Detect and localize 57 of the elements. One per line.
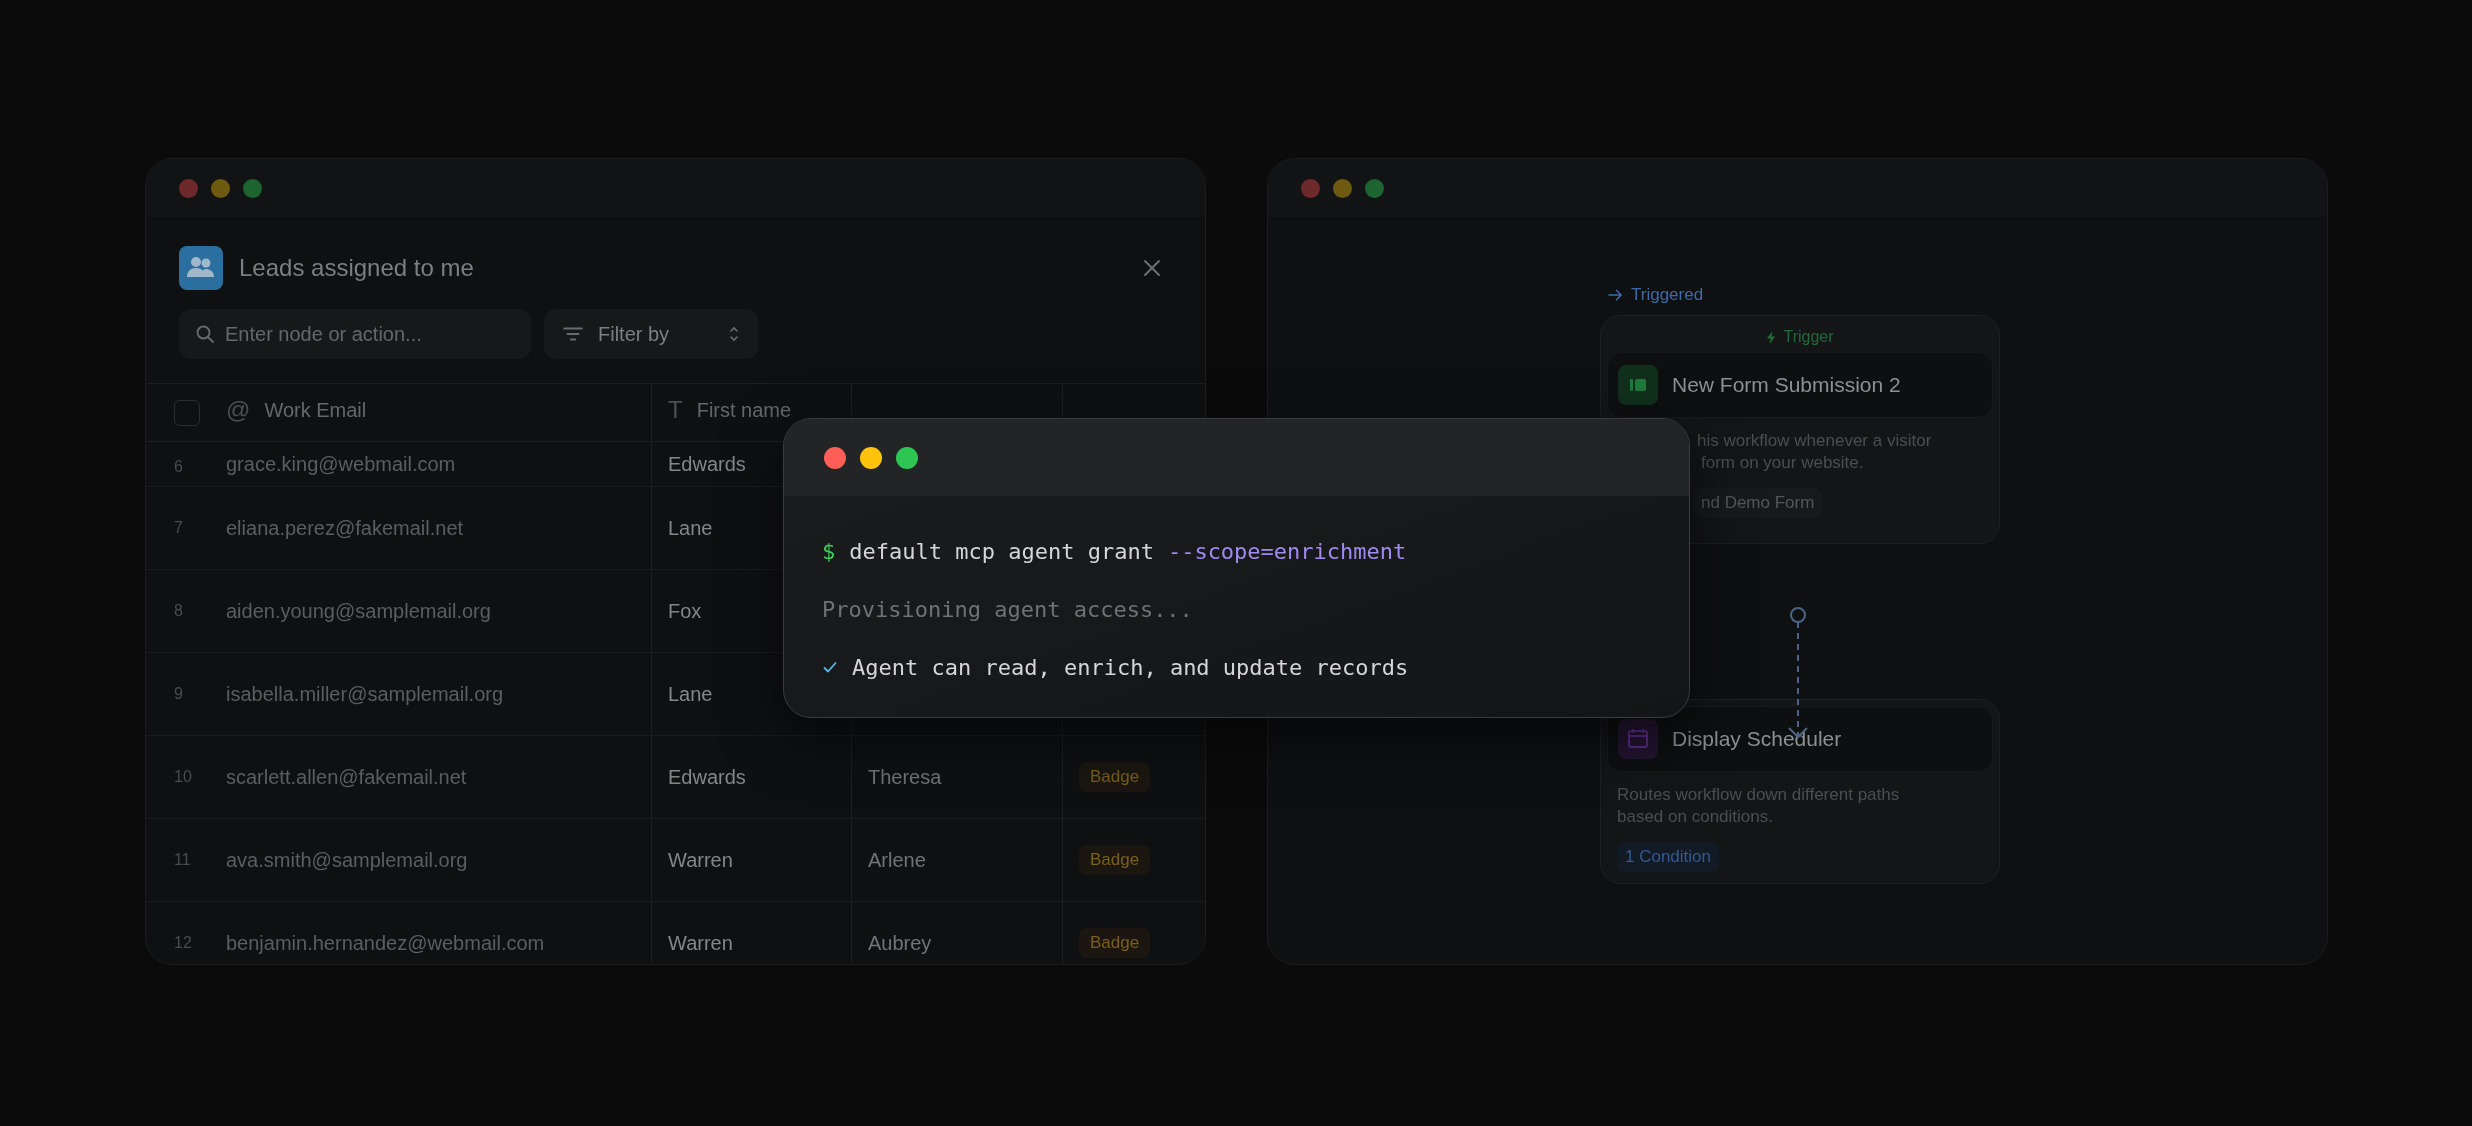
- table-cell: Aubrey: [868, 931, 932, 955]
- close-icon[interactable]: [1142, 258, 1162, 278]
- terminal-output: Provisioning agent access...: [822, 596, 1193, 622]
- row-number: 7: [174, 519, 183, 537]
- table-cell: Fox: [668, 599, 702, 623]
- row-number: 6: [174, 458, 183, 476]
- column-header[interactable]: @ Work Email: [226, 396, 367, 424]
- scope-option-text: --scope=enrichment: [1167, 538, 1407, 564]
- table-cell: ava.smith@samplemail.org: [226, 848, 468, 872]
- close-window-icon[interactable]: [824, 446, 846, 469]
- table-cell: scarlett.allen@fakemail.net: [226, 765, 467, 789]
- minimize-window-icon[interactable]: [860, 446, 882, 469]
- search-icon: [195, 324, 215, 344]
- table-cell: benjamin.hernandez@webmail.com: [226, 931, 545, 955]
- column-header[interactable]: T First name: [668, 396, 792, 424]
- table-cell: Edwards: [668, 765, 746, 789]
- status-badge: Badge: [1079, 928, 1151, 958]
- trigger-label: Trigger: [1607, 322, 1993, 352]
- row-number: 10: [174, 768, 192, 786]
- node-header: New Form Submission 2: [1607, 352, 1993, 418]
- terminal-command: default mcp agent grant: [849, 538, 1154, 564]
- workflow-node-card[interactable]: Display Scheduler Routes workflow down different paths based on conditions. 1 Condition: [1600, 699, 2000, 884]
- node-description: Routes workflow down different paths: [1617, 784, 1901, 806]
- table-cell: grace.king@webmail.com: [226, 453, 456, 476]
- table-cell: Edwards: [668, 453, 746, 476]
- terminal-output: Agent can read, enrich, and update records: [852, 654, 1409, 680]
- search-field[interactable]: Enter node or action...: [179, 309, 531, 359]
- table-cell: isabella.miller@samplemail.org: [226, 682, 504, 706]
- table-cell: Lane: [668, 682, 713, 706]
- prompt-symbol: $: [822, 538, 836, 564]
- chevron-updown-icon: [728, 324, 740, 344]
- triggered-label: Triggered: [1608, 285, 1704, 305]
- window-title: Leads assigned to me: [239, 254, 475, 282]
- select-all-checkbox[interactable]: [174, 399, 200, 426]
- form-icon: [1618, 365, 1658, 405]
- node-tag: 1 Condition: [1617, 842, 1719, 872]
- row-number: 8: [174, 602, 183, 620]
- table-cell: Warren: [668, 931, 733, 955]
- row-number: 12: [174, 934, 192, 952]
- table-cell: Arlene: [868, 848, 926, 872]
- table-cell: eliana.perez@fakemail.net: [226, 516, 464, 540]
- people-icon: [179, 246, 223, 290]
- status-badge: Badge: [1079, 845, 1151, 875]
- checkmark-icon: [822, 659, 838, 675]
- row-number: 11: [174, 851, 191, 869]
- maximize-window-icon[interactable]: [896, 446, 918, 469]
- arrow-right-icon: [1608, 289, 1623, 301]
- row-number: 9: [174, 685, 183, 703]
- table-cell: aiden.young@samplemail.org: [226, 599, 491, 623]
- calendar-icon: [1618, 719, 1658, 759]
- node-description: based on conditions.: [1617, 806, 1774, 828]
- filter-button[interactable]: Filter by: [544, 309, 758, 359]
- table-cell: Warren: [668, 848, 733, 872]
- table-cell: Lane: [668, 516, 713, 540]
- status-badge: Badge: [1079, 762, 1151, 792]
- node-header: Display Scheduler: [1607, 706, 1993, 772]
- table-cell: Theresa: [868, 765, 942, 789]
